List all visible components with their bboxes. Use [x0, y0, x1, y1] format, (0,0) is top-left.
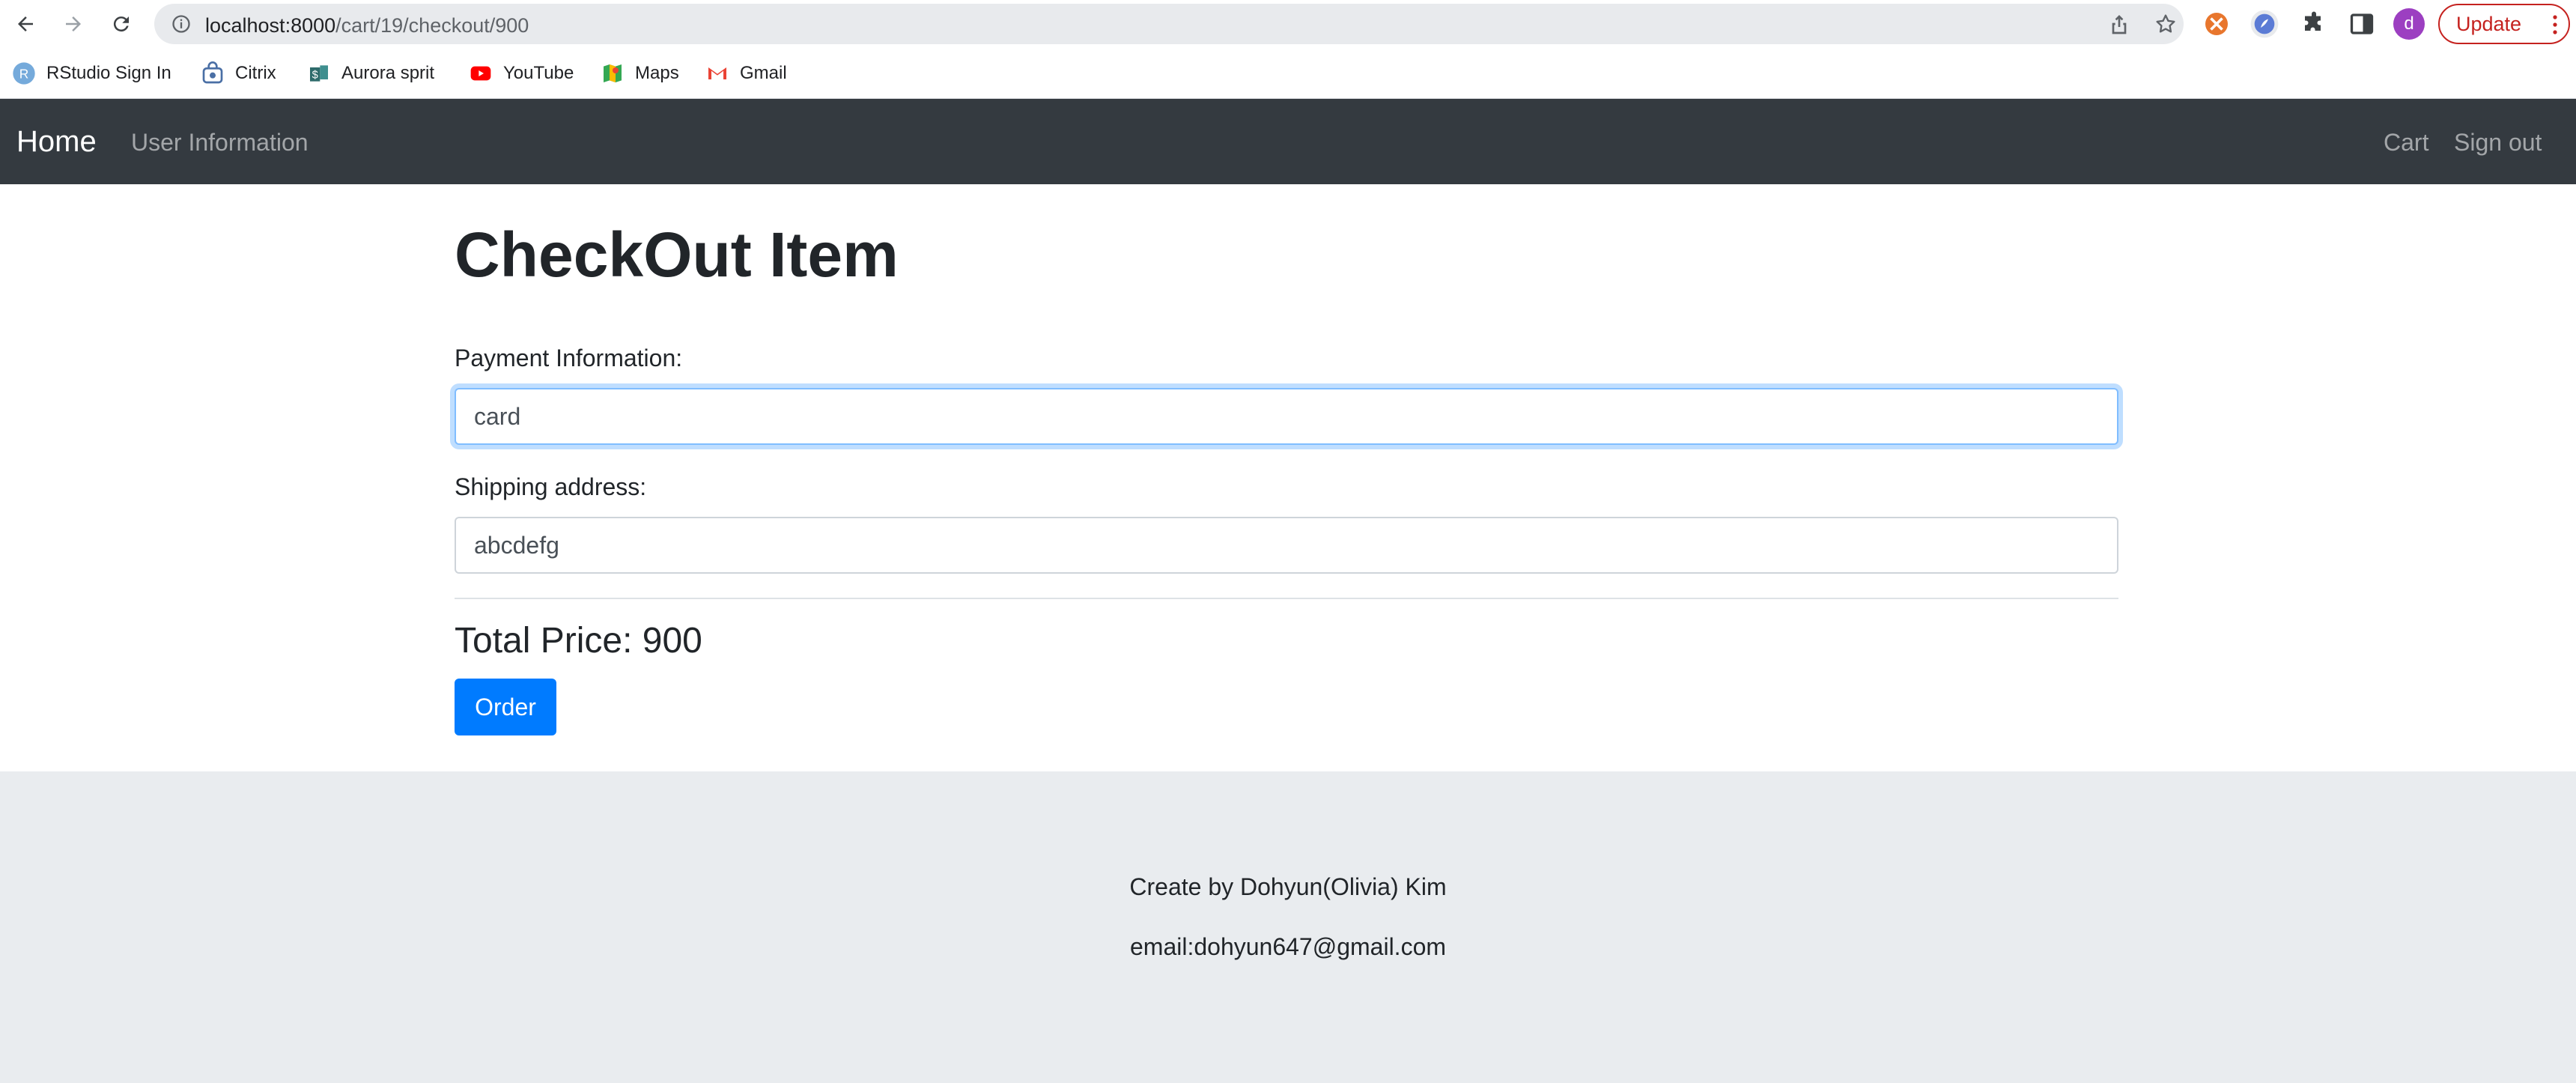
bookmarks-bar: R RStudio Sign In Citrix $ Aurora sprit …	[0, 48, 2576, 99]
bookmark-label: YouTube	[503, 63, 574, 83]
site-navbar: Home User Information Cart Sign out	[0, 99, 2576, 184]
bookmark-label: Gmail	[740, 63, 787, 83]
footer-credit: Create by Dohyun(Olivia) Kim	[1129, 873, 1447, 900]
site-footer: Create by Dohyun(Olivia) Kim email:dohyu…	[0, 771, 2576, 1083]
bookmark-label: RStudio Sign In	[46, 63, 171, 83]
aurora-icon: $	[310, 65, 328, 82]
back-button[interactable]	[9, 7, 42, 40]
shipping-label: Shipping address:	[455, 473, 647, 500]
page-title: CheckOut Item	[455, 219, 899, 290]
puzzle-piece-icon[interactable]	[2300, 10, 2327, 37]
profile-avatar[interactable]: d	[2393, 8, 2425, 40]
nav-user-information[interactable]: User Information	[131, 129, 309, 157]
reload-button[interactable]	[105, 7, 138, 40]
bookmark-label: Citrix	[235, 63, 276, 83]
arrow-left-icon	[18, 16, 33, 31]
payment-label: Payment Information:	[455, 345, 683, 371]
bookmark-label: Maps	[635, 63, 679, 83]
browser-toolbar: localhost:8000/cart/19/checkout/900 d Up…	[0, 0, 2576, 48]
update-button[interactable]: Update	[2438, 4, 2570, 44]
extension-blue-icon[interactable]	[2250, 9, 2279, 39]
checkout-main: CheckOut Item Payment Information: Shipp…	[0, 184, 2576, 771]
footer-email: email:dohyun647@gmail.com	[1129, 933, 1447, 960]
more-vertical-icon	[2553, 15, 2557, 34]
nav-home-brand[interactable]: Home	[16, 125, 97, 159]
extension-orange-icon[interactable]	[2203, 10, 2230, 37]
bookmark-star-icon[interactable]	[2154, 12, 2178, 36]
bookmark-aurora[interactable]: $ Aurora sprit	[307, 61, 434, 86]
order-button[interactable]: Order	[455, 679, 556, 735]
payment-input[interactable]	[455, 388, 2118, 445]
nav-sign-out[interactable]: Sign out	[2454, 129, 2542, 157]
url-text: localhost:8000/cart/19/checkout/900	[205, 14, 529, 37]
divider	[455, 598, 2118, 599]
forward-button[interactable]	[57, 7, 90, 40]
bookmark-rstudio[interactable]: R RStudio Sign In	[12, 61, 171, 86]
citrix-icon	[202, 61, 223, 84]
bookmark-maps[interactable]: Maps	[601, 61, 679, 86]
total-price: Total Price: 900	[455, 621, 702, 661]
reload-icon	[113, 16, 129, 32]
url-path: /cart/19/checkout/900	[335, 14, 529, 37]
shipping-address-input[interactable]	[455, 517, 2118, 574]
rstudio-icon: R	[13, 62, 35, 85]
share-icon[interactable]	[2107, 12, 2131, 36]
youtube-icon	[470, 66, 491, 81]
arrow-right-icon	[66, 16, 81, 31]
bookmark-youtube[interactable]: YouTube	[469, 61, 574, 86]
nav-cart[interactable]: Cart	[2384, 129, 2428, 157]
url-host: localhost:8000	[205, 14, 336, 37]
gmail-icon	[708, 67, 726, 79]
maps-icon	[604, 64, 622, 82]
update-label: Update	[2456, 12, 2522, 35]
bookmark-label: Aurora sprit	[341, 63, 435, 83]
bookmark-gmail[interactable]: Gmail	[705, 61, 787, 86]
side-panel-icon[interactable]	[2348, 10, 2375, 37]
info-icon	[172, 15, 190, 33]
bookmark-citrix[interactable]: Citrix	[201, 61, 276, 86]
address-bar[interactable]: localhost:8000/cart/19/checkout/900	[154, 4, 2184, 44]
svg-text:$: $	[312, 70, 318, 82]
svg-text:R: R	[19, 67, 29, 82]
